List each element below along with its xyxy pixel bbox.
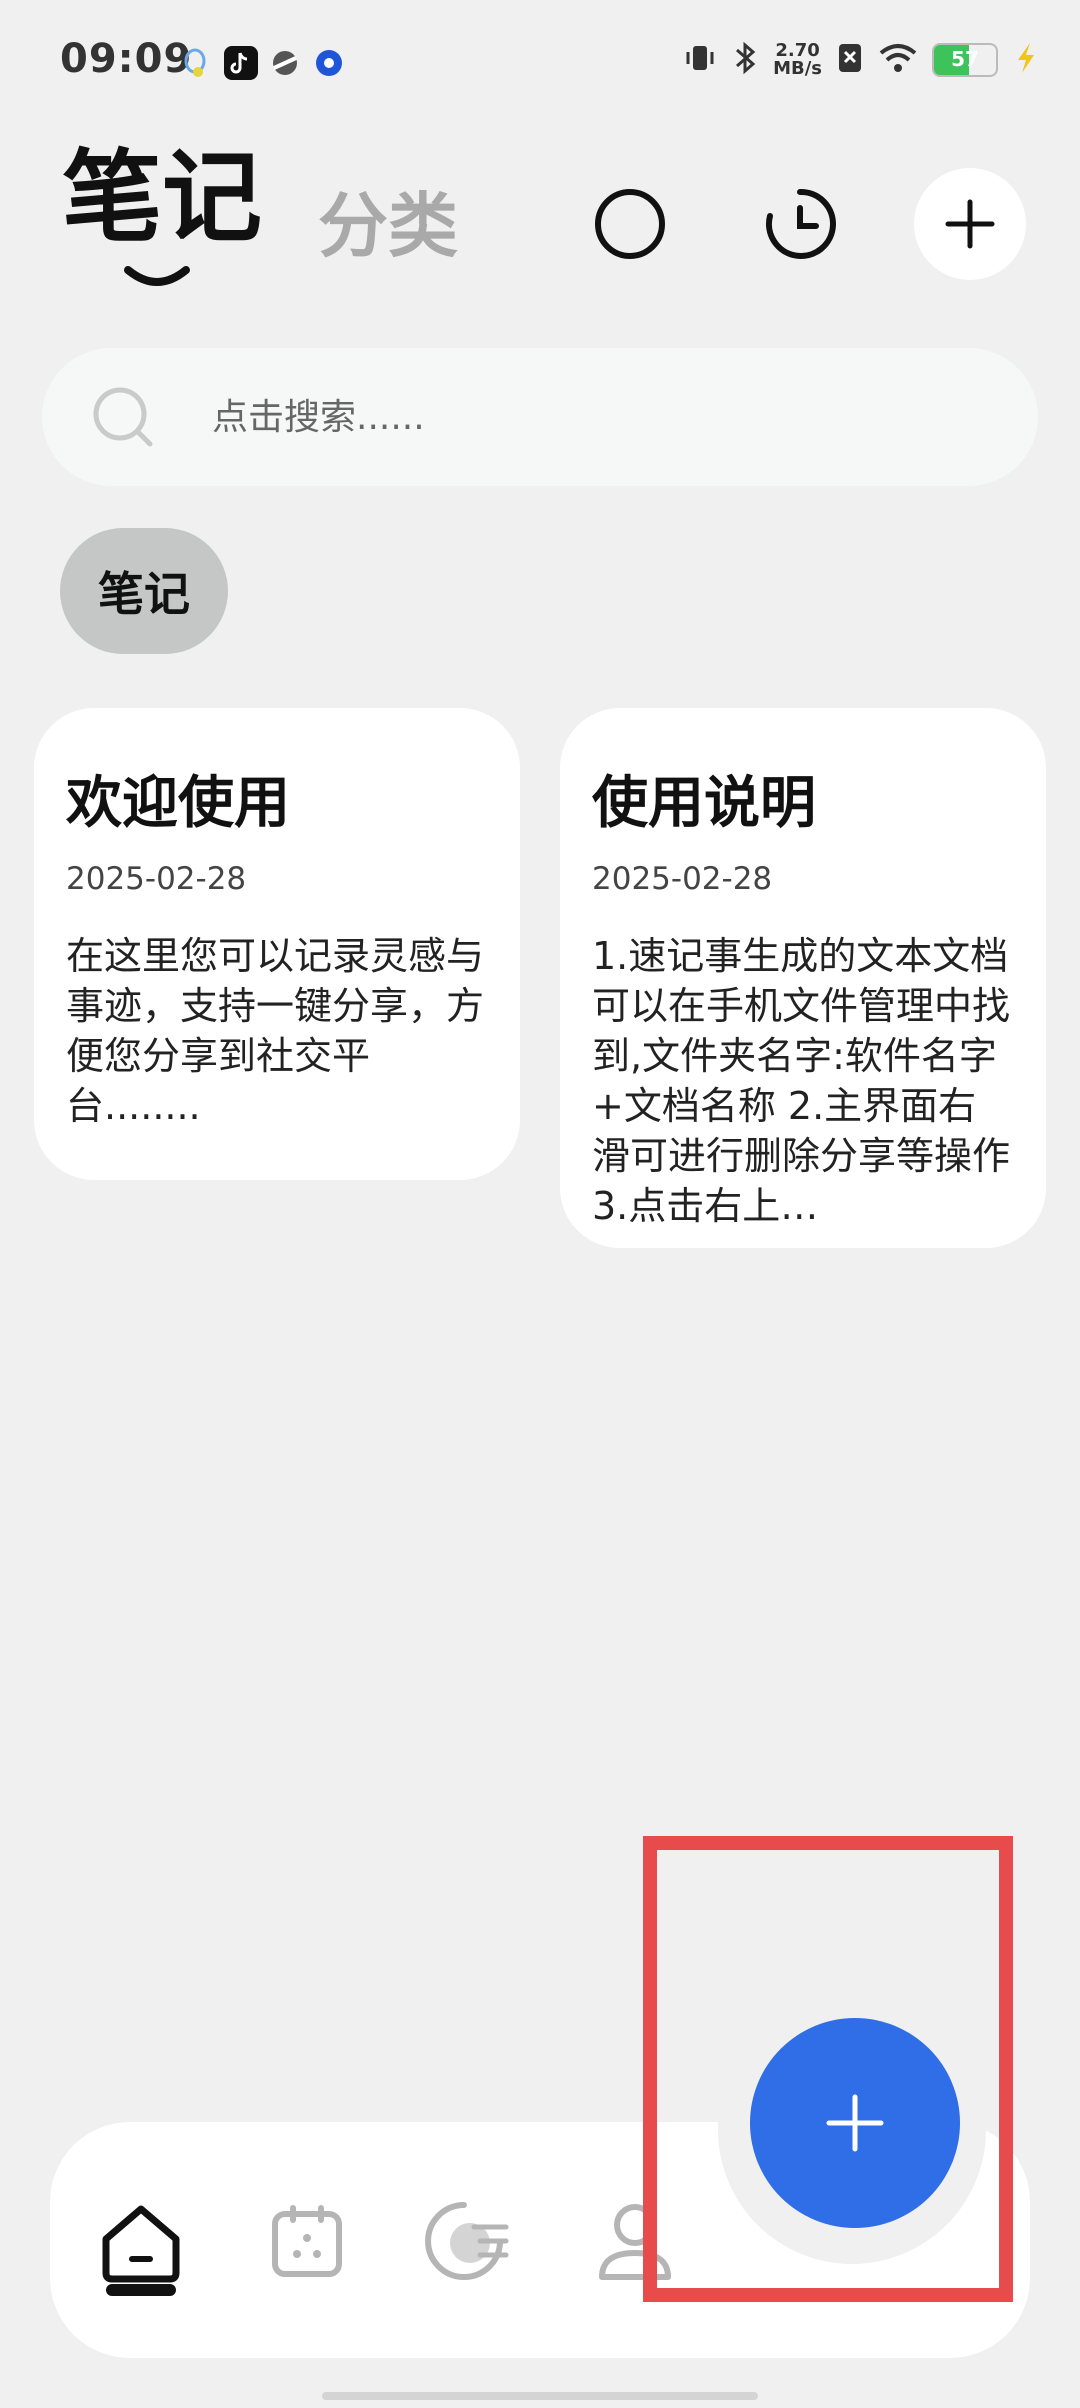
app-notification-icon [312, 46, 346, 80]
clock-icon [766, 188, 836, 259]
note-title: 欢迎使用 [66, 771, 290, 836]
status-bar: 09:09 2.70 MB/s 57 [0, 0, 1080, 120]
bluetooth-icon [731, 40, 759, 80]
active-tab-indicator [122, 262, 192, 296]
note-date: 2025-02-28 [592, 861, 773, 897]
add-button[interactable] [914, 168, 1026, 280]
wifi-icon [878, 41, 918, 79]
note-preview: 1.速记事生成的文本文档可以在手机文件管理中找到,文件夹名字:软件名字+文档名称… [592, 934, 1011, 1228]
highlight-box [643, 1836, 1013, 2302]
note-preview: 在这里您可以记录灵感与事迹，支持一键分享，方便您分享到社交平台........ [66, 934, 485, 1128]
circle-button[interactable] [574, 168, 686, 280]
browser-notification-icon [268, 46, 302, 80]
nav-stats[interactable] [414, 2182, 524, 2302]
status-time: 09:09 [60, 36, 193, 82]
home-icon [102, 2205, 180, 2283]
note-date: 2025-02-28 [66, 861, 247, 897]
battery-indicator: 57 [932, 43, 998, 77]
tiktok-notification-icon [224, 46, 258, 80]
network-speed-unit: MB/s [773, 58, 822, 79]
no-sim-icon [836, 41, 864, 79]
note-title: 使用说明 [592, 771, 816, 836]
note-card[interactable]: 欢迎使用 2025-02-28 在这里您可以记录灵感与事迹，支持一键分享，方便您… [34, 708, 520, 1180]
note-card[interactable]: 使用说明 2025-02-28 1.速记事生成的文本文档可以在手机文件管理中找到… [560, 708, 1046, 1248]
battery-percent: 57 [951, 47, 979, 71]
tab-category[interactable]: 分类 [318, 170, 458, 271]
circle-icon [595, 189, 665, 259]
network-speed: 2.70 MB/s [773, 42, 822, 78]
vibrate-icon [683, 41, 717, 79]
nav-calendar[interactable] [252, 2182, 362, 2302]
nav-active-indicator [106, 2284, 176, 2296]
qq-notification-icon [178, 46, 212, 80]
search-icon [93, 387, 153, 447]
filter-chip-notes[interactable]: 笔记 [60, 528, 228, 654]
history-button[interactable] [744, 168, 856, 280]
stats-icon [425, 2202, 509, 2280]
search-bar[interactable] [42, 348, 1038, 486]
charging-icon [1012, 41, 1040, 79]
home-indicator [322, 2392, 758, 2400]
search-input[interactable] [210, 384, 974, 450]
status-indicators: 2.70 MB/s 57 [683, 40, 1040, 80]
calendar-icon [272, 2205, 342, 2277]
tab-notes[interactable]: 笔记 [62, 148, 262, 248]
plus-icon [945, 199, 995, 249]
